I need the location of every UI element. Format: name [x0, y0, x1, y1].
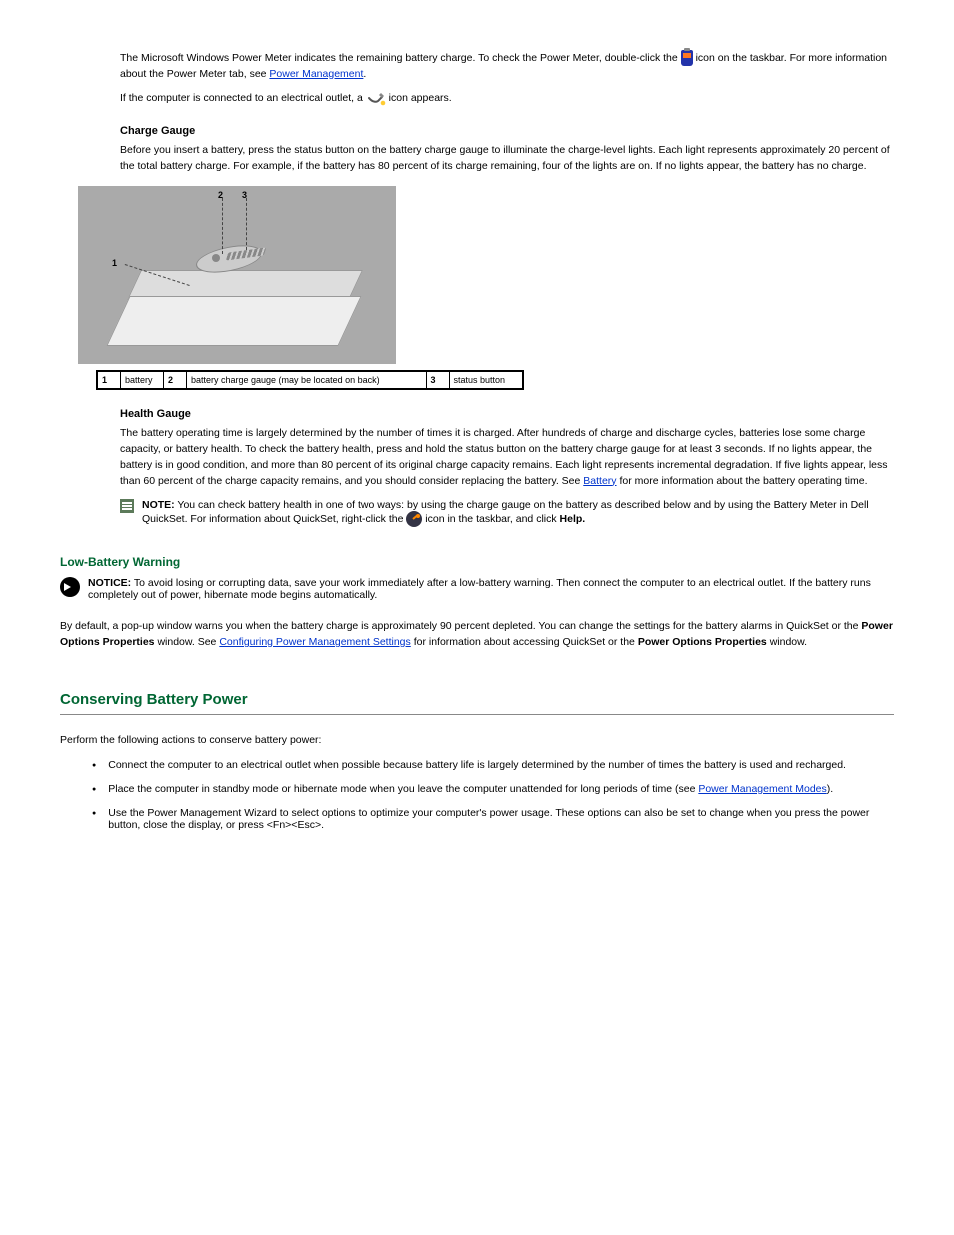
cell-num-1: 1	[97, 371, 121, 389]
bullet-1: Connect the computer to an electrical ou…	[108, 759, 846, 773]
low-warn-strong2: Power Options Properties	[638, 636, 767, 648]
meter-line-2: If the computer is connected to an elect…	[120, 90, 894, 107]
low-warn-mid: window. See	[157, 636, 219, 648]
battery-link[interactable]: Battery	[583, 475, 616, 487]
lead-3	[246, 198, 247, 250]
bullet-3: Use the Power Management Wizard to selec…	[108, 807, 894, 831]
battery-figure: 1 2 3	[78, 186, 396, 364]
low-warn-a: By default, a pop-up window warns you wh…	[60, 620, 861, 632]
list-item: ● Place the computer in standby mode or …	[92, 783, 894, 797]
note-icon	[120, 499, 134, 513]
list-item: ● Connect the computer to an electrical …	[92, 759, 894, 773]
meter-text-1b: icon on the taskbar.	[696, 52, 787, 64]
notice-label: NOTICE:	[88, 577, 131, 589]
charge-gauge-heading: Charge Gauge	[120, 125, 894, 137]
callout-3: 3	[242, 190, 247, 200]
parts-table: 1 battery 2 battery charge gauge (may be…	[96, 370, 524, 390]
notice-icon	[60, 577, 80, 597]
cell-label-2: battery charge gauge (may be located on …	[187, 371, 427, 389]
callout-1: 1	[112, 258, 117, 268]
meter-text-2a: If the computer is connected to an elect…	[120, 92, 366, 104]
notice-block: NOTICE: To avoid losing or corrupting da…	[88, 577, 894, 601]
power-modes-link[interactable]: Power Management Modes	[698, 783, 826, 795]
lead-2	[222, 198, 223, 254]
fig-battery-body	[106, 296, 361, 346]
bullet-2b: ).	[827, 783, 833, 795]
section-rule	[60, 714, 894, 715]
cell-num-2: 2	[164, 371, 187, 389]
table-row: 1 battery 2 battery charge gauge (may be…	[97, 371, 523, 389]
charge-gauge-para: Before you insert a battery, press the s…	[120, 143, 894, 175]
bullet-2a: Place the computer in standby mode or hi…	[108, 783, 698, 795]
note-body-b: icon in the taskbar, and click	[425, 513, 559, 525]
bullet-2: Place the computer in standby mode or hi…	[108, 783, 833, 797]
plug-icon	[366, 90, 386, 106]
health-gauge-heading: Health Gauge	[120, 408, 894, 420]
cell-label-3: status button	[449, 371, 523, 389]
battery-tray-icon	[681, 50, 693, 66]
meter-text-2b: icon appears.	[389, 92, 452, 104]
cell-label-1: battery	[121, 371, 164, 389]
note-label: NOTE:	[142, 499, 175, 511]
configuring-power-link[interactable]: Configuring Power Management Settings	[219, 636, 410, 648]
health-text-tail: for more information about the battery o…	[619, 475, 867, 487]
meter-line-1: The Microsoft Windows Power Meter indica…	[120, 50, 894, 82]
note-help: Help.	[560, 513, 586, 525]
health-gauge-para: The battery operating time is largely de…	[120, 426, 894, 489]
conserving-title: Conserving Battery Power	[60, 691, 894, 708]
low-warn-heading: Low-Battery Warning	[60, 555, 894, 569]
list-item: ● Use the Power Management Wizard to sel…	[92, 807, 894, 831]
low-warn-tail: window.	[770, 636, 807, 648]
quickset-tray-icon	[406, 511, 422, 527]
cell-num-3: 3	[426, 371, 449, 389]
health-note: NOTE: You can check battery health in on…	[142, 499, 894, 527]
low-warn-para: By default, a pop-up window warns you wh…	[60, 619, 894, 651]
notice-text: To avoid losing or corrupting data, save…	[88, 577, 871, 601]
meter-text-1a: The Microsoft Windows Power Meter indica…	[120, 52, 681, 64]
low-warn-after: for information about accessing QuickSet…	[414, 636, 638, 648]
callout-2: 2	[218, 190, 223, 200]
conserving-intro: Perform the following actions to conserv…	[60, 733, 894, 749]
power-management-link[interactable]: Power Management	[269, 68, 363, 80]
